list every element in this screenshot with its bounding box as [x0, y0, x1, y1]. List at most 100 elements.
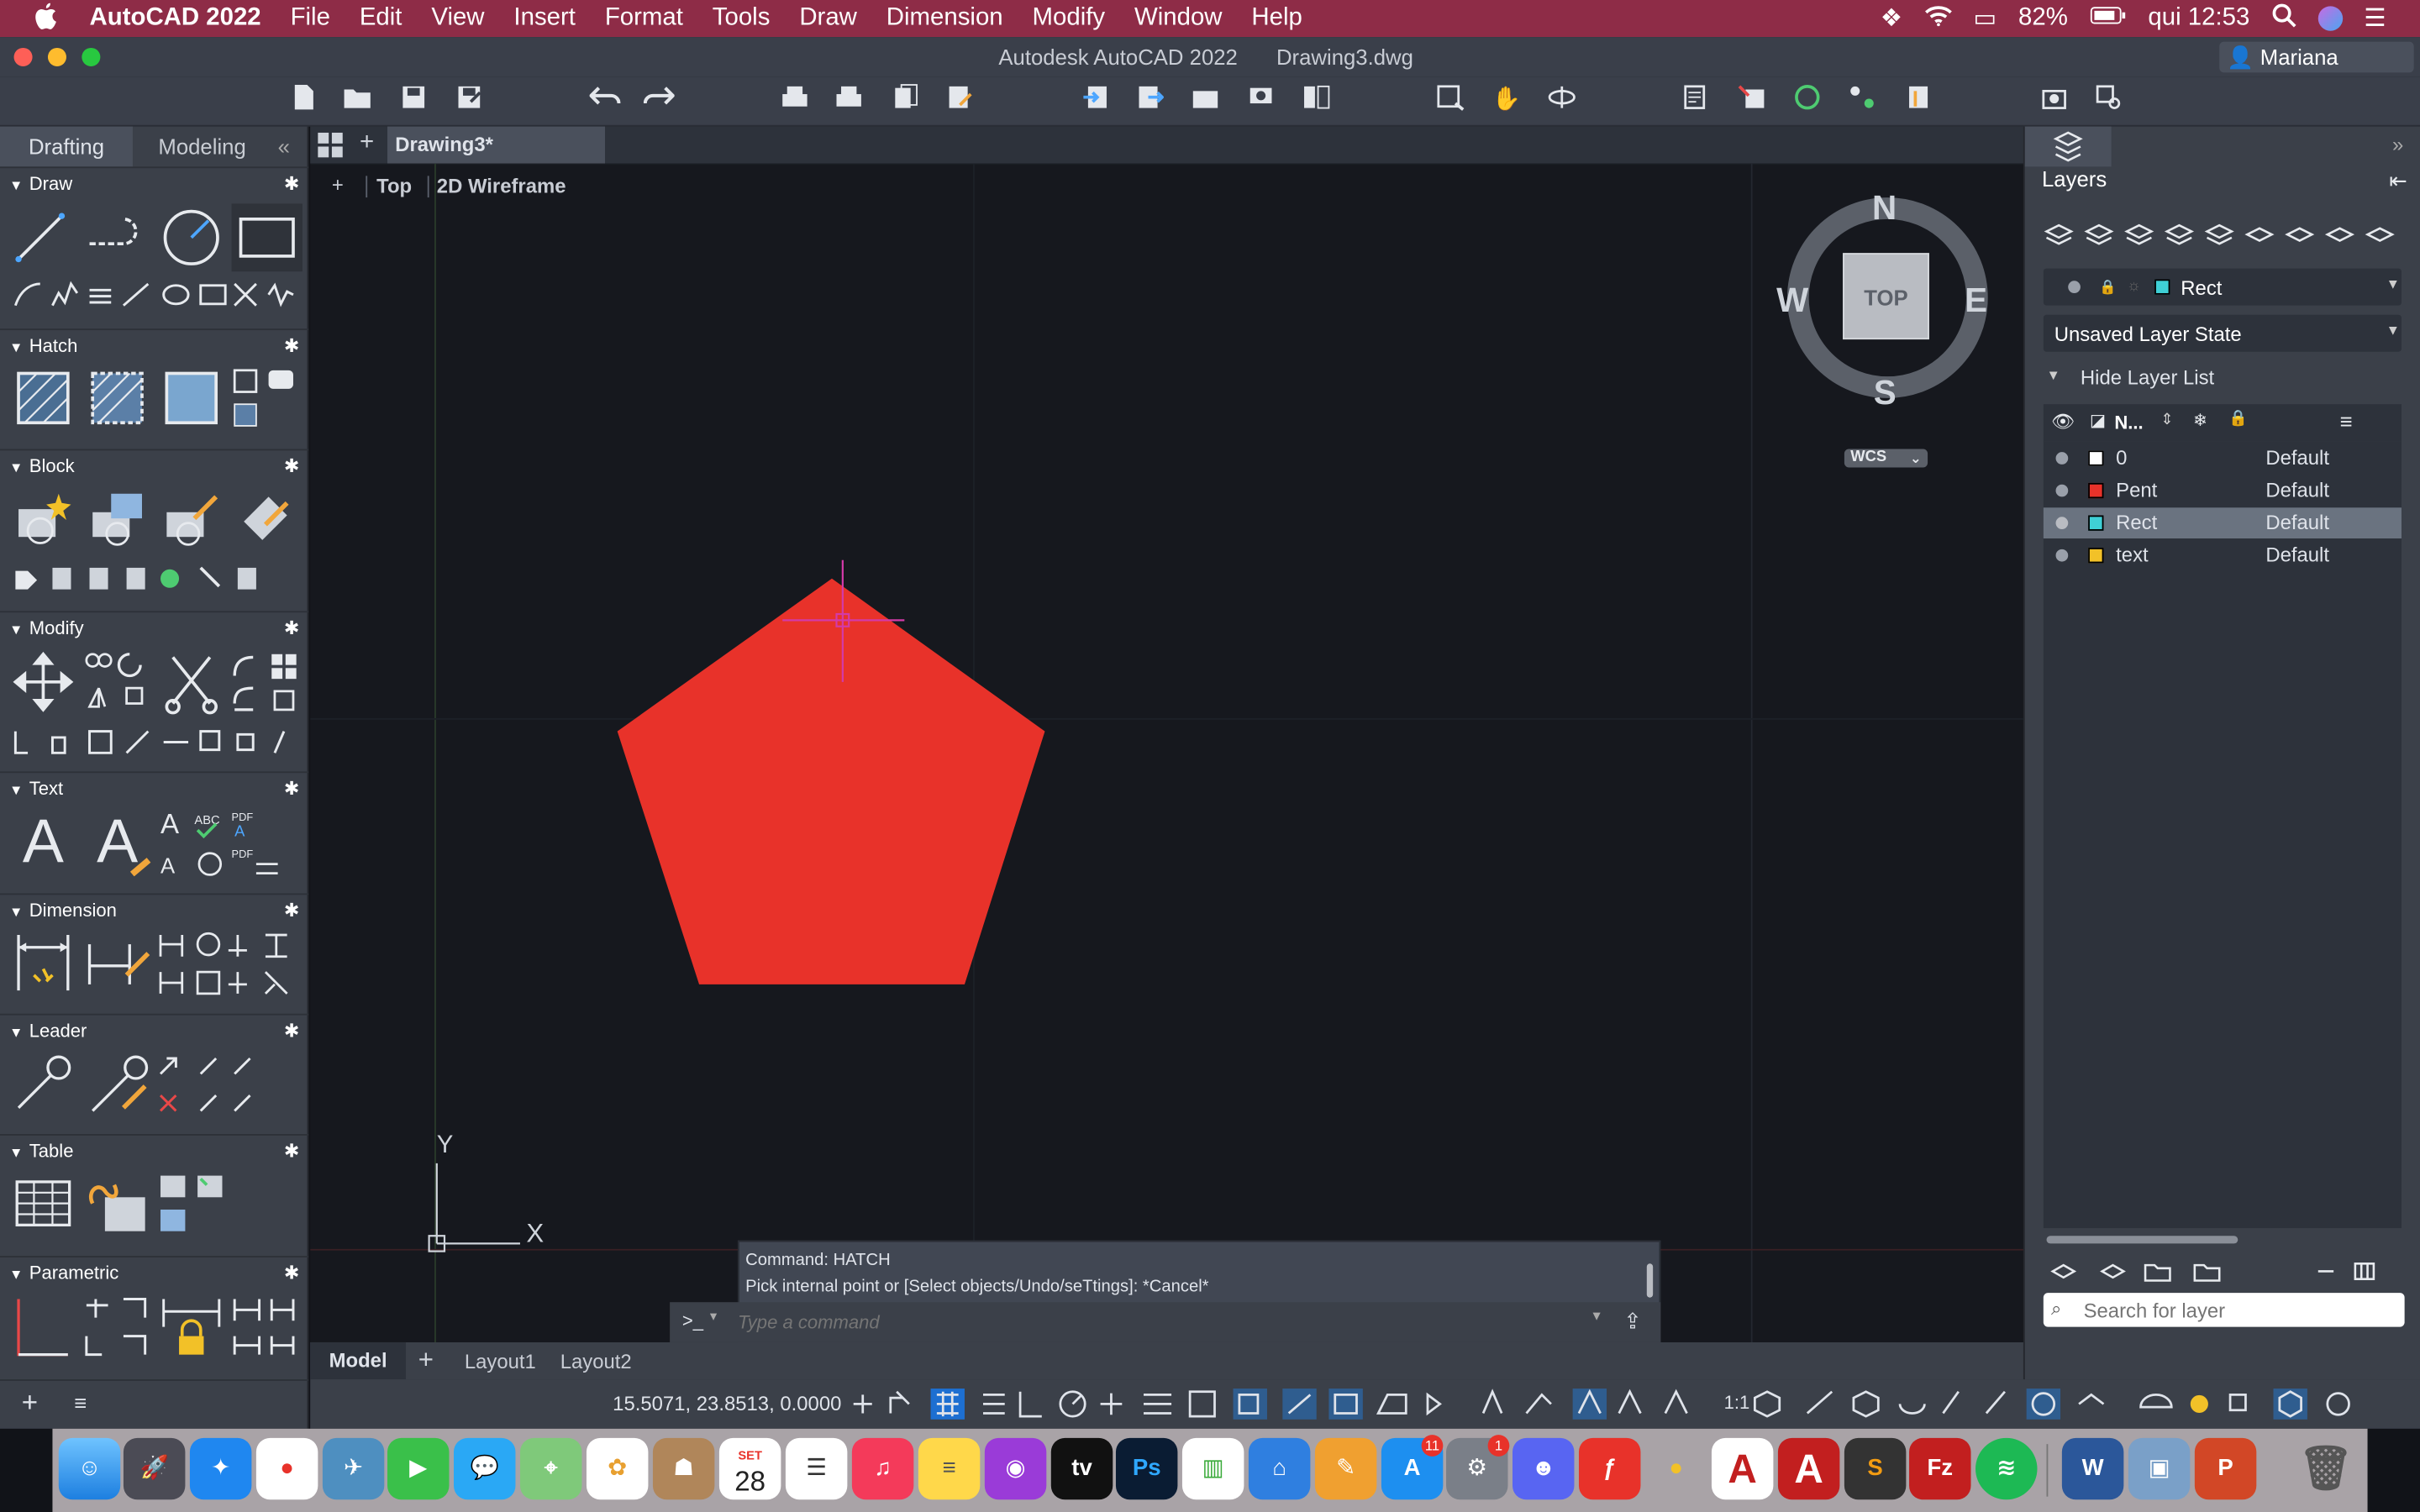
add-layout-button[interactable]: + — [418, 1346, 434, 1377]
notes-icon[interactable]: ≡ — [918, 1437, 981, 1500]
menu-tools[interactable]: Tools — [713, 5, 771, 33]
autocad-icon[interactable]: A — [1711, 1437, 1774, 1500]
redo-icon[interactable] — [642, 83, 676, 117]
section-modify[interactable]: ▼ Modify ✱ — [0, 611, 309, 643]
palette-collapse-button[interactable]: « — [278, 127, 302, 167]
tab-drafting[interactable]: Drafting — [0, 126, 133, 167]
triangle-down-icon[interactable]: ▼ — [2047, 367, 2060, 382]
tab-modeling[interactable]: Modeling — [133, 127, 271, 167]
match-properties-icon[interactable] — [1734, 83, 1768, 117]
draw-tools-row[interactable] — [9, 278, 299, 312]
section-text[interactable]: ▼ Text ✱ — [0, 771, 309, 802]
photoshop-icon[interactable]: Ps — [1115, 1437, 1178, 1500]
pan-icon[interactable]: ✋ — [1489, 83, 1523, 117]
section-hatch[interactable]: ▼ Hatch ✱ — [0, 328, 309, 360]
messages-icon[interactable]: 💬 — [454, 1437, 516, 1500]
status-toggles[interactable] — [847, 1385, 2406, 1422]
layer-row-selected[interactable]: Rect Default — [2043, 507, 2402, 539]
new-file-icon[interactable] — [287, 83, 321, 117]
tab-model[interactable]: Model — [310, 1341, 407, 1380]
import-icon[interactable] — [1079, 83, 1113, 117]
compass-west[interactable]: W — [1776, 281, 1808, 321]
block-tools-row[interactable] — [9, 562, 269, 596]
menu-modify[interactable]: Modify — [1033, 5, 1106, 33]
pages-icon[interactable]: ✎ — [1314, 1437, 1377, 1500]
modify-tools-right[interactable] — [229, 648, 299, 718]
music-icon[interactable]: ♫ — [851, 1437, 914, 1500]
facetime-icon[interactable]: ▶ — [387, 1437, 450, 1500]
batch-plot-icon[interactable] — [832, 83, 865, 117]
zoom-button[interactable] — [82, 47, 101, 66]
save-as-icon[interactable] — [452, 83, 486, 117]
new-tab-button[interactable]: + — [360, 129, 374, 157]
polyline-tool-icon[interactable] — [83, 207, 148, 268]
calendar-icon[interactable]: SET 28 — [718, 1437, 781, 1500]
powerpoint-icon[interactable]: P — [2194, 1437, 2257, 1500]
layers-tab[interactable] — [2024, 126, 2112, 167]
edit-block-icon[interactable] — [160, 487, 222, 549]
user-menu[interactable]: 👤Mariana Pires▼ — [2219, 41, 2414, 100]
export-icon[interactable] — [1133, 83, 1166, 117]
section-leader[interactable]: ▼ Leader ✱ — [0, 1013, 309, 1045]
section-block[interactable]: ▼ Block ✱ — [0, 449, 309, 481]
undo-icon[interactable] — [588, 83, 622, 117]
layer-color-swatch[interactable] — [2088, 515, 2104, 531]
spotlight-icon[interactable] — [2271, 3, 2296, 35]
trim-tool-icon[interactable] — [160, 651, 222, 716]
modify-tools-row[interactable] — [9, 725, 299, 759]
dock-palette-icon[interactable]: ⇤ — [2389, 168, 2407, 194]
menu-dimension[interactable]: Dimension — [886, 5, 1003, 33]
orbit-icon[interactable] — [1545, 83, 1579, 117]
word-icon[interactable]: W — [2061, 1437, 2124, 1500]
leader-tools-grid[interactable] — [157, 1053, 266, 1121]
preview-file-icon[interactable]: ▣ — [2128, 1437, 2191, 1500]
gitkraken-icon[interactable]: ● — [1645, 1438, 1707, 1499]
constraint-tools-left[interactable] — [81, 1293, 151, 1361]
close-button[interactable] — [13, 47, 33, 66]
visibility-icon[interactable] — [2055, 484, 2069, 497]
menu-view[interactable]: View — [431, 5, 484, 33]
siri-icon[interactable] — [2317, 6, 2343, 31]
visibility-icon[interactable] — [2055, 452, 2069, 465]
boundary-tool-icon[interactable] — [160, 367, 222, 428]
discord-icon[interactable]: ☻ — [1512, 1437, 1575, 1500]
gear-icon[interactable]: ✱ — [284, 1136, 299, 1167]
layer-row[interactable]: Pent Default — [2044, 475, 2402, 507]
sort-icon[interactable]: ⇕ — [2160, 412, 2173, 428]
quick-select-icon[interactable] — [1846, 83, 1880, 117]
add-icon[interactable]: + — [22, 1387, 38, 1420]
contacts-icon[interactable]: ☗ — [652, 1437, 715, 1500]
autocad-active-icon[interactable]: A — [1777, 1437, 1840, 1500]
gear-icon[interactable]: ✱ — [284, 1257, 299, 1289]
share-icon[interactable] — [1244, 83, 1277, 117]
expand-palette-button[interactable]: » — [2392, 133, 2403, 156]
constraint-tools-right[interactable] — [229, 1293, 299, 1361]
reminders-icon[interactable]: ☰ — [785, 1437, 848, 1500]
gear-icon[interactable]: ✱ — [284, 450, 299, 481]
table-tool-icon[interactable] — [13, 1173, 74, 1234]
tab-layout1[interactable]: Layout1 — [465, 1350, 536, 1373]
finder-icon[interactable]: ☺ — [58, 1437, 121, 1500]
menu-file[interactable]: File — [291, 5, 330, 33]
keynote-icon[interactable]: ⌂ — [1248, 1437, 1311, 1500]
section-draw[interactable]: ▼ Draw ✱ — [0, 166, 309, 197]
layer-row[interactable]: 0 Default — [2044, 443, 2402, 474]
gear-icon[interactable]: ✱ — [284, 612, 299, 643]
section-table[interactable]: ▼ Table ✱ — [0, 1134, 309, 1167]
quick-dimension-icon[interactable] — [83, 929, 151, 997]
gear-icon[interactable]: ✱ — [284, 895, 299, 926]
text-style-icon[interactable]: A — [83, 808, 151, 877]
color-column-icon[interactable]: ◪ — [2090, 411, 2106, 430]
section-dimension[interactable]: ▼ Dimension ✱ — [0, 893, 309, 926]
fontlab-icon[interactable]: ƒ — [1578, 1437, 1641, 1500]
mtext-tool-icon[interactable]: A — [13, 808, 74, 876]
plot-icon[interactable] — [778, 83, 812, 117]
freeze-column-icon[interactable]: ❄ — [2193, 411, 2207, 430]
create-block-icon[interactable] — [13, 487, 74, 549]
text-tools-grid[interactable]: A ABC PDF A A PDF — [157, 806, 299, 883]
gradient-tool-icon[interactable] — [87, 367, 148, 428]
section-parametric[interactable]: ▼ Parametric ✱ — [0, 1256, 309, 1289]
tab-layout2[interactable]: Layout2 — [560, 1350, 632, 1373]
tv-icon[interactable]: tv — [1050, 1437, 1113, 1500]
chrome-icon[interactable]: ● — [255, 1437, 318, 1500]
